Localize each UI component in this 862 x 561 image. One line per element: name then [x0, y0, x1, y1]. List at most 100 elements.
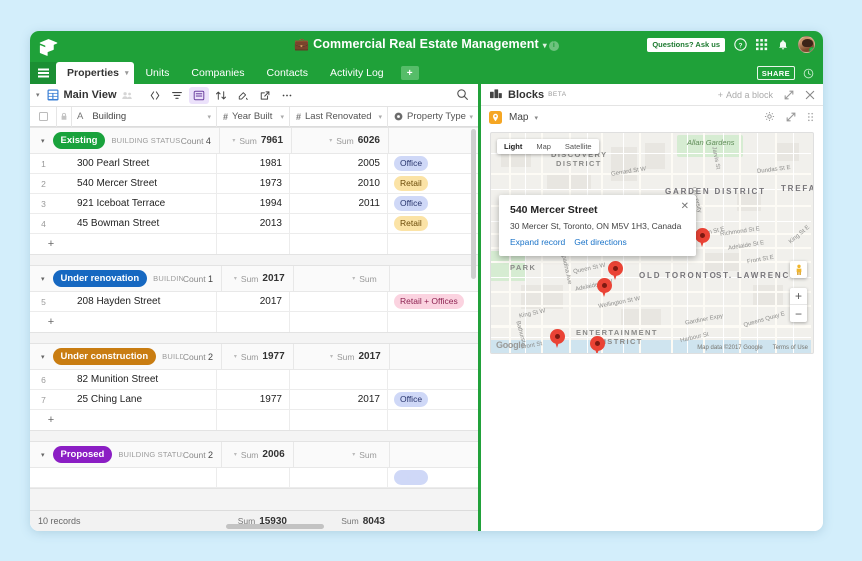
gear-icon[interactable] — [764, 109, 775, 127]
group-sum-property-type[interactable] — [390, 442, 478, 468]
close-icon[interactable]: ✕ — [681, 202, 689, 212]
add-record-button[interactable]: + — [30, 238, 72, 250]
drag-handle-icon[interactable] — [807, 109, 814, 127]
history-clock-icon[interactable] — [803, 68, 814, 79]
search-icon[interactable] — [456, 88, 469, 106]
cell-property-type[interactable]: Retail — [388, 174, 478, 194]
zoom-in-button[interactable]: + — [790, 288, 807, 305]
map-type-light[interactable]: Light — [497, 139, 529, 154]
table-row[interactable]: 4 45 Bowman Street 2013 Retail — [30, 213, 478, 234]
group-header[interactable]: ▾ Proposed BUILDING STATUS Count 2 ▾ Sum … — [30, 441, 478, 468]
grid-rows-scroll-area[interactable]: ▾ Existing BUILDING STATUS Count 4 ▾ Sum … — [30, 127, 478, 510]
cell-property-type[interactable]: Office — [388, 390, 478, 410]
map-marker[interactable] — [590, 336, 605, 353]
group-sum-last-renovated[interactable]: ▾ Sum — [294, 441, 390, 468]
street-view-pegman-icon[interactable] — [790, 261, 807, 278]
cell-building[interactable]: 540 Mercer Street — [72, 173, 217, 194]
expand-icon[interactable] — [784, 90, 794, 100]
table-row[interactable]: Office — [30, 467, 478, 488]
tab-properties[interactable]: Properties ▾ — [56, 62, 135, 84]
vertical-scrollbar[interactable] — [471, 129, 476, 279]
group-header[interactable]: ▾ Under construction BUILDING Count 2 ▾S… — [30, 343, 478, 370]
table-row[interactable]: 1 300 Pearl Street 1981 2005 Office — [30, 153, 478, 174]
column-header-property-type[interactable]: Property Type ▾ — [388, 107, 478, 127]
share-view-button[interactable] — [255, 87, 275, 104]
group-collapse-icon[interactable]: ▾ — [41, 275, 45, 283]
group-sum-property-type[interactable] — [390, 266, 478, 292]
add-record-row[interactable]: + — [30, 410, 478, 430]
table-row[interactable]: 3 921 Iceboat Terrace 1994 2011 Office — [30, 193, 478, 214]
cell-last-renovated[interactable]: 2017 — [290, 389, 388, 410]
chevron-down-icon[interactable]: ▾ — [469, 113, 473, 121]
group-sum-property-type[interactable] — [389, 128, 478, 154]
cell-last-renovated[interactable]: 2005 — [290, 153, 388, 174]
tab-activity-log[interactable]: Activity Log — [319, 62, 395, 84]
share-button[interactable]: SHARE — [756, 66, 795, 80]
horizontal-scrollbar[interactable] — [226, 524, 324, 529]
cell-last-renovated[interactable] — [290, 467, 388, 488]
cell-last-renovated[interactable]: 2010 — [290, 173, 388, 194]
select-all-checkbox[interactable] — [30, 106, 57, 127]
group-sum-year-built[interactable]: ▾ Sum 2006 — [222, 441, 294, 468]
title-caret-icon[interactable]: ▾ — [543, 41, 547, 50]
close-icon[interactable] — [805, 90, 815, 100]
cell-last-renovated[interactable] — [290, 291, 388, 312]
sort-button[interactable] — [211, 87, 231, 104]
add-record-button[interactable]: + — [30, 316, 72, 328]
group-sum-year-built[interactable]: ▾ Sum 2017 — [222, 265, 294, 292]
hamburger-menu-icon[interactable] — [30, 62, 56, 84]
cell-year-built[interactable]: 2017 — [217, 291, 290, 312]
cell-building[interactable]: 921 Iceboat Terrace — [72, 193, 217, 214]
cell-building[interactable]: 45 Bowman Street — [72, 213, 217, 234]
map-marker[interactable] — [597, 278, 612, 299]
group-sum-property-type[interactable] — [390, 344, 478, 370]
chevron-down-icon[interactable]: ▾ — [207, 113, 211, 121]
info-badge-icon[interactable]: i — [548, 41, 559, 51]
cell-year-built[interactable] — [217, 369, 290, 390]
cell-property-type[interactable]: Office — [388, 154, 478, 174]
table-row[interactable]: 7 25 Ching Lane 1977 2017 Office — [30, 389, 478, 410]
add-record-row[interactable]: + — [30, 234, 478, 254]
color-palette-button[interactable] — [233, 87, 253, 104]
group-collapse-icon[interactable]: ▾ — [41, 451, 45, 459]
table-row[interactable]: 2 540 Mercer Street 1973 2010 Retail — [30, 173, 478, 194]
bell-icon[interactable] — [777, 39, 789, 51]
cell-year-built[interactable]: 2013 — [217, 213, 290, 234]
map-type-switcher[interactable]: Light Map Satellite — [497, 139, 599, 154]
group-sum-last-renovated[interactable]: ▾ Sum 6026 — [292, 127, 389, 154]
table-row[interactable]: 5 208 Hayden Street 2017 Retail + Office… — [30, 291, 478, 312]
cell-property-type[interactable] — [388, 370, 478, 390]
terms-of-use-link[interactable]: Terms of Use — [773, 345, 808, 351]
filter-button[interactable] — [167, 87, 187, 104]
tab-units[interactable]: Units — [134, 62, 180, 84]
cell-last-renovated[interactable] — [290, 213, 388, 234]
chevron-down-icon[interactable]: ▾ — [534, 114, 538, 122]
view-name[interactable]: Main View — [64, 89, 117, 101]
add-table-button[interactable]: + — [400, 66, 419, 80]
cell-building[interactable]: 300 Pearl Street — [72, 153, 217, 174]
apps-grid-icon[interactable] — [756, 38, 768, 51]
group-collapse-icon[interactable]: ▾ — [41, 353, 45, 361]
cell-year-built[interactable] — [217, 467, 290, 488]
column-header-year-built[interactable]: # Year Built ▾ — [217, 106, 290, 127]
cell-year-built[interactable]: 1981 — [217, 153, 290, 174]
map-marker[interactable] — [695, 228, 710, 249]
group-collapse-icon[interactable]: ▾ — [41, 137, 45, 145]
map-marker[interactable] — [550, 329, 565, 350]
cell-year-built[interactable]: 1977 — [217, 389, 290, 410]
chevron-down-icon[interactable]: ▾ — [280, 113, 284, 121]
column-header-building[interactable]: A Building ▾ — [72, 106, 217, 127]
group-header[interactable]: ▾ Under renovation BUILDING ST. Count 1 … — [30, 265, 478, 292]
help-circle-icon[interactable]: ? — [734, 38, 747, 51]
group-sum-year-built[interactable]: ▾ Sum 7961 — [220, 127, 293, 154]
group-sum-last-renovated[interactable]: ▾ Sum 2017 — [294, 343, 390, 370]
tab-companies[interactable]: Companies — [180, 62, 255, 84]
zoom-out-button[interactable]: − — [790, 305, 807, 322]
group-header[interactable]: ▾ Existing BUILDING STATUS Count 4 ▾ Sum … — [30, 127, 478, 154]
map-block-name[interactable]: Map — [509, 112, 528, 123]
cell-year-built[interactable]: 1973 — [217, 173, 290, 194]
cell-last-renovated[interactable] — [290, 369, 388, 390]
map-canvas[interactable]: Allan Gardens DISCOVERY DISTRICT BALDWIN… — [490, 132, 814, 354]
tab-contacts[interactable]: Contacts — [256, 62, 319, 84]
cell-building[interactable]: 82 Munition Street — [72, 369, 217, 390]
